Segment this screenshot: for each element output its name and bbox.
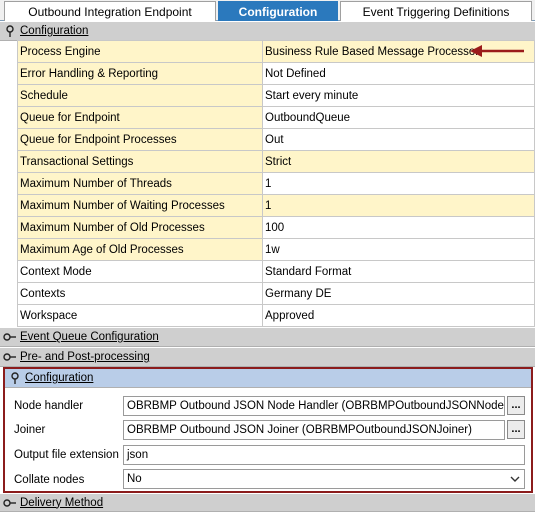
property-value[interactable]: 1w [262,238,535,260]
property-row[interactable]: Transactional Settings Strict [0,150,535,172]
property-key: Process Engine [17,40,262,62]
property-row[interactable]: Maximum Number of Old Processes 100 [0,216,535,238]
arrow-left-icon [470,45,524,57]
joiner-browse-button[interactable]: ... [507,420,525,439]
chevron-down-icon[interactable] [509,473,521,485]
expand-icon[interactable] [3,496,17,510]
section-header-pre-post-processing[interactable]: Pre- and Post-processing [0,348,535,367]
node-handler-label: Node handler [14,400,84,412]
property-row[interactable]: Schedule Start every minute [0,84,535,106]
expand-icon[interactable] [3,330,17,344]
node-handler-browse-button[interactable]: ... [507,396,525,415]
property-value[interactable]: 100 [262,216,535,238]
property-value[interactable]: Standard Format [262,260,535,282]
property-value[interactable]: Start every minute [262,84,535,106]
property-value[interactable]: Out [262,128,535,150]
tab-configuration[interactable]: Configuration [218,1,338,21]
ellipsis-icon: ... [511,399,521,411]
property-row[interactable]: Workspace Approved [0,304,535,326]
property-value[interactable]: Approved [262,304,535,326]
property-value[interactable]: 1 [262,194,535,216]
property-key: Maximum Age of Old Processes [17,238,262,260]
property-key: Maximum Number of Threads [17,172,262,194]
section-header-delivery-method[interactable]: Delivery Method [0,494,535,512]
property-value[interactable]: Strict [262,150,535,172]
property-key: Workspace [17,304,262,326]
property-row[interactable]: Contexts Germany DE [0,282,535,304]
property-row[interactable]: Queue for Endpoint Processes Out [0,128,535,150]
section-title: Configuration [20,25,89,37]
section-header-configuration-sub[interactable]: Configuration [5,369,531,388]
collate-nodes-select[interactable]: No [123,469,525,489]
section-header-configuration[interactable]: Configuration [0,22,535,41]
tab-outbound-integration-endpoint[interactable]: Outbound Integration Endpoint [4,1,216,21]
section-title: Configuration [25,372,94,384]
property-key: Schedule [17,84,262,106]
tab-event-triggering-definitions[interactable]: Event Triggering Definitions [340,1,532,21]
output-file-extension-input[interactable]: json [123,445,525,465]
ellipsis-icon: ... [511,423,521,435]
property-row[interactable]: Maximum Number of Waiting Processes 1 [0,194,535,216]
property-row[interactable]: Error Handling & Reporting Not Defined [0,62,535,84]
section-title: Event Queue Configuration [20,331,159,343]
property-key: Error Handling & Reporting [17,62,262,84]
collate-nodes-value: No [127,473,142,485]
property-key: Maximum Number of Waiting Processes [17,194,262,216]
joiner-label: Joiner [14,424,46,436]
property-key: Queue for Endpoint Processes [17,128,262,150]
pin-icon[interactable] [3,24,17,38]
property-key: Maximum Number of Old Processes [17,216,262,238]
tab-bar: Outbound Integration Endpoint Configurat… [0,0,535,21]
pin-icon[interactable] [8,371,22,385]
property-key: Contexts [17,282,262,304]
property-value[interactable]: OutboundQueue [262,106,535,128]
property-row[interactable]: Maximum Age of Old Processes 1w [0,238,535,260]
property-row[interactable]: Queue for Endpoint OutboundQueue [0,106,535,128]
property-value[interactable]: Not Defined [262,62,535,84]
section-title: Delivery Method [20,496,104,509]
collate-nodes-label: Collate nodes [14,474,85,486]
property-value[interactable]: Germany DE [262,282,535,304]
property-value[interactable]: 1 [262,172,535,194]
grid-divider [17,326,535,327]
property-row[interactable]: Process Engine Business Rule Based Messa… [0,40,535,62]
expand-icon[interactable] [3,350,17,364]
output-file-extension-label: Output file extension [14,449,119,461]
node-handler-field[interactable]: OBRBMP Outbound JSON Node Handler (OBRBM… [123,396,505,416]
joiner-field[interactable]: OBRBMP Outbound JSON Joiner (OBRBMPOutbo… [123,420,505,440]
section-title: Pre- and Post-processing [20,351,150,363]
property-row[interactable]: Context Mode Standard Format [0,260,535,282]
property-key: Transactional Settings [17,150,262,172]
property-key: Queue for Endpoint [17,106,262,128]
section-header-event-queue[interactable]: Event Queue Configuration [0,328,535,347]
property-row[interactable]: Maximum Number of Threads 1 [0,172,535,194]
property-key: Context Mode [17,260,262,282]
